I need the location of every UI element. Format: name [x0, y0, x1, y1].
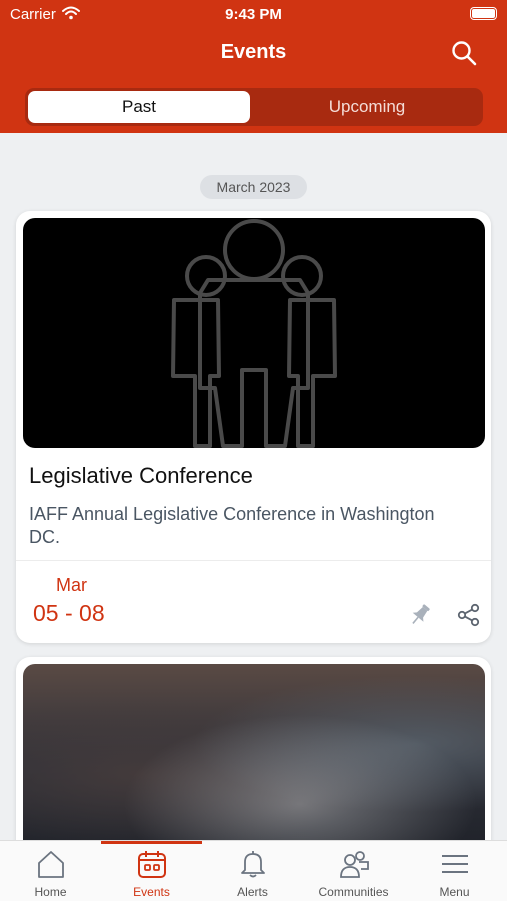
- event-card[interactable]: [16, 657, 491, 857]
- tab-menu[interactable]: Menu: [404, 841, 505, 901]
- calendar-icon: [138, 851, 166, 878]
- month-section-label: March 2023: [200, 175, 307, 199]
- divider: [16, 560, 491, 561]
- tab-home[interactable]: Home: [0, 841, 101, 901]
- share-icon[interactable]: [457, 603, 481, 627]
- event-date-range: 05 - 08: [33, 600, 105, 626]
- tab-label-home: Home: [34, 885, 67, 899]
- menu-icon: [442, 855, 468, 873]
- search-icon[interactable]: [451, 40, 477, 66]
- tab-label-menu: Menu: [439, 885, 470, 899]
- people-icon: [340, 851, 369, 878]
- tab-alerts[interactable]: Alerts: [202, 841, 303, 901]
- group-people-icon: [171, 219, 337, 448]
- status-time: 9:43 PM: [225, 6, 282, 23]
- pin-icon[interactable]: [409, 603, 431, 627]
- tab-label-events: Events: [133, 885, 170, 899]
- home-icon: [38, 851, 64, 878]
- tab-label-alerts: Alerts: [237, 885, 268, 899]
- tab-past[interactable]: Past: [28, 91, 250, 123]
- event-photo: [23, 664, 485, 857]
- app-header: Carrier 9:43 PM Events Past Upcoming: [0, 0, 507, 133]
- tab-communities[interactable]: Communities: [303, 841, 404, 901]
- event-date-month: Mar: [56, 575, 87, 595]
- event-title: Legislative Conference: [29, 463, 253, 488]
- event-placeholder-image: [23, 218, 485, 448]
- event-description: IAFF Annual Legislative Conference in Wa…: [29, 504, 435, 547]
- tab-upcoming[interactable]: Upcoming: [255, 91, 479, 123]
- page-title: Events: [220, 41, 287, 63]
- events-segmented-control: Past Upcoming: [25, 88, 483, 126]
- bell-icon: [241, 851, 265, 878]
- status-bar: Carrier 9:43 PM: [0, 0, 507, 28]
- tab-events[interactable]: Events: [101, 841, 202, 901]
- bottom-tab-bar: Home Events Alerts Communities Menu: [0, 840, 507, 901]
- battery-icon: [470, 7, 497, 20]
- tab-label-communities: Communities: [318, 885, 389, 899]
- event-card[interactable]: Legislative Conference IAFF Annual Legis…: [16, 211, 491, 643]
